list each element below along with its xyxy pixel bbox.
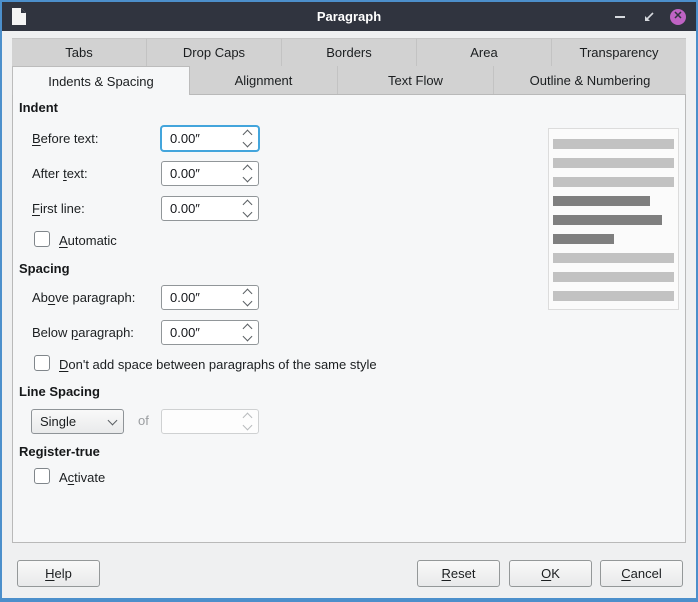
tab-borders[interactable]: Borders <box>282 38 417 66</box>
preview-line <box>553 253 674 263</box>
preview-line <box>553 234 614 244</box>
line-spacing-of-spinbox <box>161 409 259 434</box>
automatic-label: Automatic <box>59 233 117 248</box>
dialog-body: TabsDrop CapsBordersAreaTransparency Ind… <box>2 31 696 598</box>
indent-heading: Indent <box>19 100 58 115</box>
after-text-label: After text: <box>32 166 88 181</box>
preview-line <box>553 177 674 187</box>
no-space-checkbox[interactable] <box>34 355 50 371</box>
tab-alignment[interactable]: Alignment <box>190 66 338 94</box>
reset-button[interactable]: Reset <box>417 560 500 587</box>
above-paragraph-label: Above paragraph: <box>32 290 135 305</box>
spin-value: 0.00″ <box>162 131 236 146</box>
spin-value: 0.00″ <box>162 166 236 181</box>
paragraph-dialog: Paragraph ✕ TabsDrop CapsBordersAreaTran… <box>0 0 698 602</box>
minimize-icon[interactable] <box>612 9 628 25</box>
window-title: Paragraph <box>2 9 696 24</box>
spin-down-icon[interactable] <box>236 333 258 345</box>
preview-line <box>553 139 674 149</box>
help-button[interactable]: Help <box>17 560 100 587</box>
document-icon <box>11 7 27 26</box>
register-true-heading: Register-true <box>19 444 100 459</box>
restore-icon[interactable] <box>641 9 657 25</box>
before-text-label: Before text: <box>32 131 98 146</box>
indents-spacing-page: Indent Before text: 0.00″ After text: 0.00″… <box>12 94 686 543</box>
spin-down-icon[interactable] <box>236 209 258 221</box>
tab-transparency[interactable]: Transparency <box>552 38 686 66</box>
tab-area[interactable]: Area <box>417 38 552 66</box>
cancel-button[interactable]: Cancel <box>600 560 683 587</box>
tab-drop-caps[interactable]: Drop Caps <box>147 38 282 66</box>
paragraph-preview <box>548 128 679 310</box>
preview-line <box>553 215 662 225</box>
first-line-spinbox[interactable]: 0.00″ <box>161 196 259 221</box>
window-controls: ✕ <box>612 9 686 25</box>
spin-down-icon[interactable] <box>236 298 258 310</box>
tab-outline-numbering[interactable]: Outline & Numbering <box>494 66 686 94</box>
automatic-checkbox[interactable] <box>34 231 50 247</box>
of-label: of <box>138 413 149 428</box>
tab-tabs[interactable]: Tabs <box>12 38 147 66</box>
close-icon[interactable]: ✕ <box>670 9 686 25</box>
spin-value: 0.00″ <box>162 290 236 305</box>
line-spacing-select[interactable]: Single <box>31 409 124 434</box>
preview-line <box>553 196 650 206</box>
no-space-label: Don't add space between paragraphs of th… <box>59 357 377 372</box>
tab-row-1: TabsDrop CapsBordersAreaTransparency <box>12 38 686 66</box>
after-text-spinbox[interactable]: 0.00″ <box>161 161 259 186</box>
before-text-spinbox[interactable]: 0.00″ <box>161 126 259 151</box>
activate-checkbox[interactable] <box>34 468 50 484</box>
below-paragraph-label: Below paragraph: <box>32 325 134 340</box>
first-line-label: First line: <box>32 201 85 216</box>
preview-line <box>553 291 674 301</box>
spin-down-icon[interactable] <box>236 139 258 151</box>
above-paragraph-spinbox[interactable]: 0.00″ <box>161 285 259 310</box>
chevron-down-icon <box>101 417 123 426</box>
titlebar[interactable]: Paragraph ✕ <box>2 2 696 31</box>
below-paragraph-spinbox[interactable]: 0.00″ <box>161 320 259 345</box>
tab-indents-spacing[interactable]: Indents & Spacing <box>12 66 190 95</box>
tab-text-flow[interactable]: Text Flow <box>338 66 494 94</box>
spin-down-icon <box>236 422 258 434</box>
line-spacing-value: Single <box>32 414 101 429</box>
spacing-heading: Spacing <box>19 261 70 276</box>
spin-value: 0.00″ <box>162 325 236 340</box>
line-spacing-heading: Line Spacing <box>19 384 100 399</box>
tab-row-2: Indents & SpacingAlignmentText FlowOutli… <box>12 66 686 94</box>
preview-line <box>553 272 674 282</box>
ok-button[interactable]: OK <box>509 560 592 587</box>
spin-down-icon[interactable] <box>236 174 258 186</box>
activate-label: Activate <box>59 470 105 485</box>
spin-value: 0.00″ <box>162 201 236 216</box>
preview-line <box>553 158 674 168</box>
